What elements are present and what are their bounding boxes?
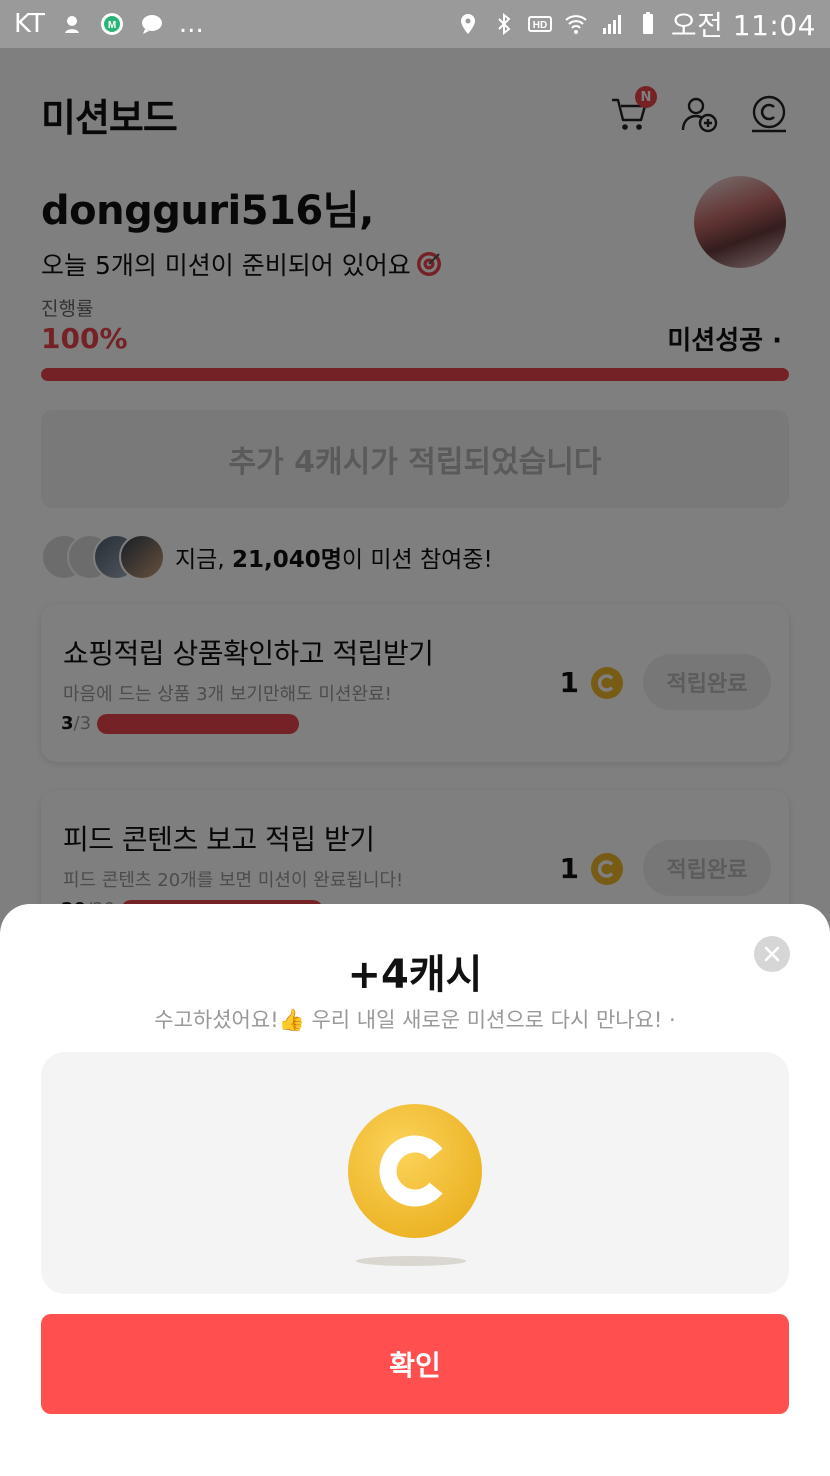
app-notification-icon (59, 11, 85, 37)
wifi-icon (563, 11, 589, 37)
clock: 오전 11:04 (670, 9, 816, 42)
m-app-icon: M (99, 11, 125, 37)
more-notifications: ... (178, 9, 204, 39)
confirm-button[interactable]: 확인 (41, 1314, 789, 1414)
coin-icon (348, 1104, 482, 1238)
reward-bottom-sheet: +4캐시 수고하셨어요!👍 우리 내일 새로운 미션으로 다시 만나요! · 확… (0, 904, 830, 1476)
chat-bubble-icon (139, 11, 165, 37)
hd-icon: HD (527, 11, 553, 37)
svg-text:HD: HD (533, 20, 547, 31)
status-bar: KT M ... HD 오전 11:04 (0, 0, 830, 48)
sheet-subtitle: 수고하셨어요!👍 우리 내일 새로운 미션으로 다시 만나요! · (154, 1008, 676, 1032)
signal-icon (599, 11, 625, 37)
svg-text:M: M (108, 20, 116, 31)
coin-illustration-box (41, 1052, 789, 1294)
bluetooth-icon (491, 11, 517, 37)
close-button[interactable] (754, 936, 790, 972)
sheet-title: +4캐시 (347, 952, 483, 998)
carrier-label: KT (14, 9, 45, 39)
battery-icon (635, 11, 661, 37)
coin-shadow (356, 1256, 466, 1266)
location-icon (455, 11, 481, 37)
close-icon (764, 946, 780, 962)
